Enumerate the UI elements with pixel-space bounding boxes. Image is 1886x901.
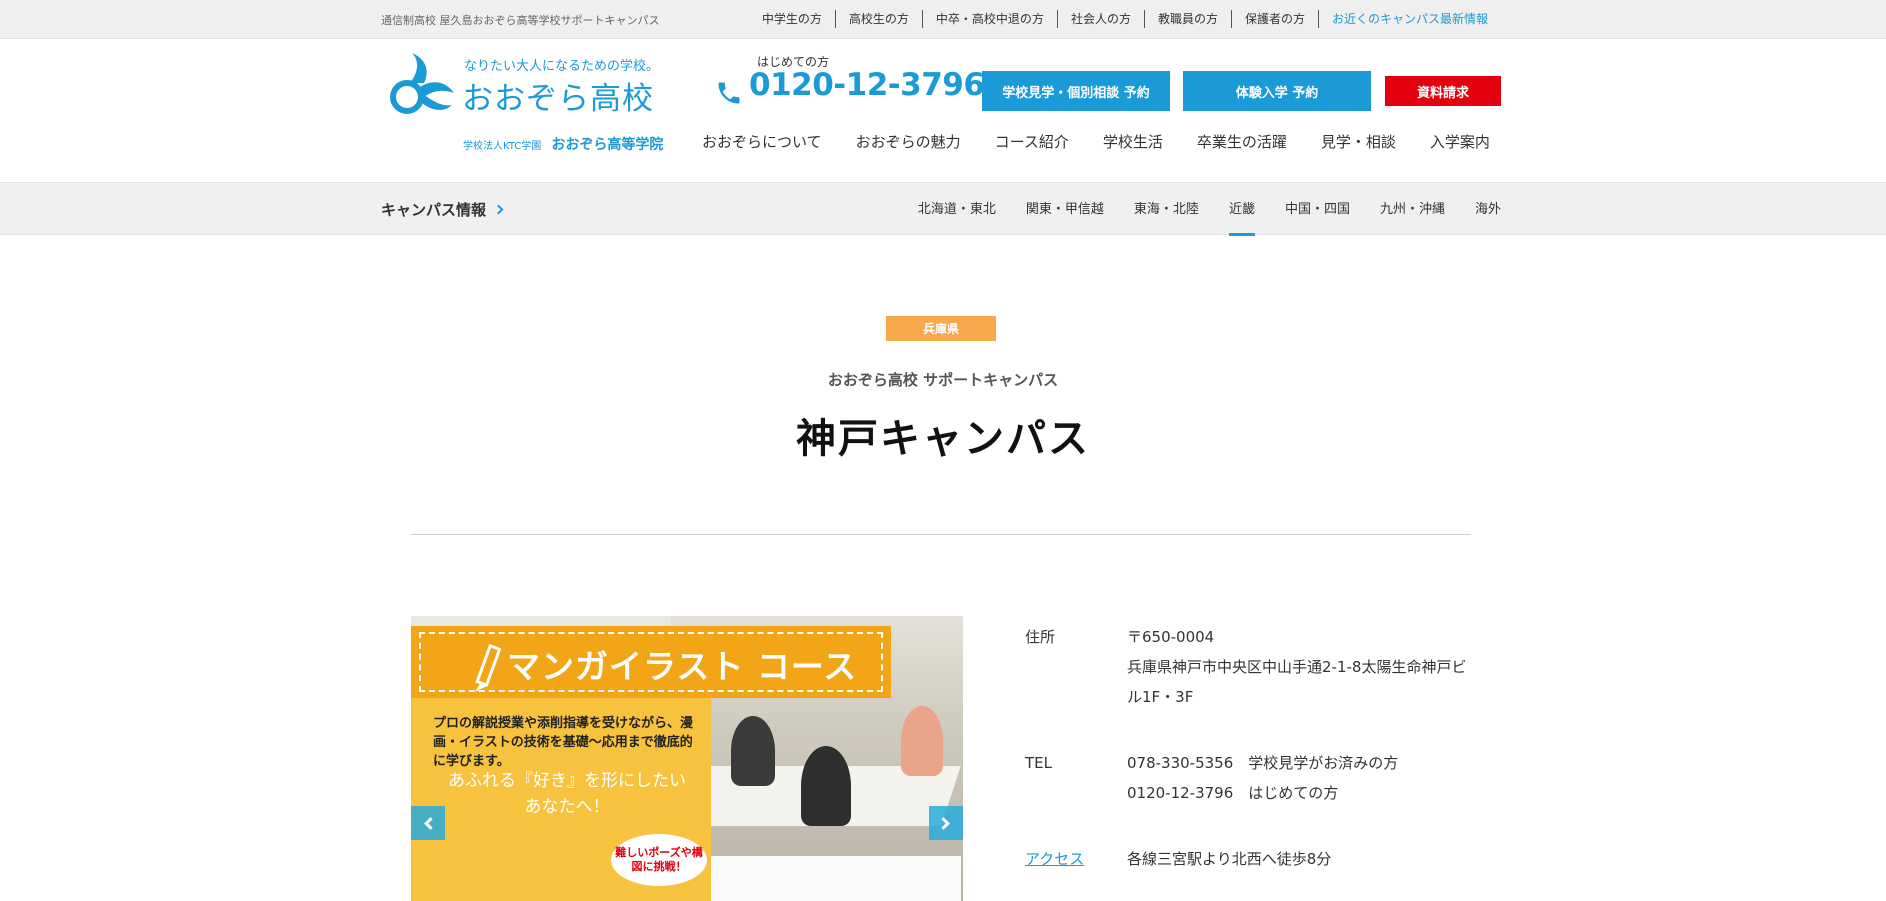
slide-speech-bubble: 難しいポーズや構図に挑戦！ bbox=[611, 834, 707, 886]
section-divider bbox=[411, 534, 1471, 535]
region-tab-kyushu[interactable]: 九州・沖縄 bbox=[1350, 183, 1445, 236]
main-nav-appeal[interactable]: おおぞらの魅力 bbox=[839, 131, 978, 152]
slider-next-button[interactable] bbox=[929, 806, 963, 840]
logo-tagline: なりたい大人になるための学校。 bbox=[464, 59, 660, 74]
audience-nav-teacher[interactable]: 教職員の方 bbox=[1143, 10, 1231, 28]
main-nav: おおぞらについて おおぞらの魅力 コース紹介 学校生活 卒業生の活躍 見学・相談… bbox=[685, 131, 1507, 152]
access-value: 各線三宮駅より北西へ徒歩8分 bbox=[1127, 850, 1332, 868]
top-utility-bar: 通信制高校 屋久島おおぞら高等学校サポートキャンパス 中学生の方 高校生の方 中… bbox=[0, 0, 1886, 39]
chevron-left-icon bbox=[424, 816, 437, 830]
slider-prev-button[interactable] bbox=[411, 806, 445, 840]
trial-enrollment-reserve-button[interactable]: 体験入学 予約 bbox=[1183, 71, 1371, 111]
nearby-campus-news-link[interactable]: お近くのキャンパス最新情報 bbox=[1317, 10, 1501, 28]
audience-nav-adult[interactable]: 社会人の方 bbox=[1056, 10, 1144, 28]
campus-image-slider[interactable]: マンガイラスト コース プロの解説授業や添削指導を受けながら、漫画・イラストの技… bbox=[411, 616, 963, 901]
campus-region-bar: キャンパス情報 北海道・東北 関東・甲信越 東海・北陸 近畿 中国・四国 九州・… bbox=[0, 182, 1886, 236]
campus-info-label: キャンパス情報 bbox=[381, 201, 487, 219]
visit-consult-reserve-button[interactable]: 学校見学・個別相談 予約 bbox=[982, 71, 1170, 111]
student-figure bbox=[731, 716, 775, 786]
campus-info-link[interactable]: キャンパス情報 bbox=[381, 199, 504, 220]
ozora-bird-logo-icon bbox=[390, 53, 454, 114]
student-figure bbox=[901, 706, 943, 776]
address-value: 兵庫県神戸市中央区中山手通2-1-8太陽生命神戸ビル1F・3F bbox=[1127, 658, 1467, 706]
tel-number[interactable]: 0120-12-3796 bbox=[749, 67, 985, 103]
slide-course-title: マンガイラスト コース bbox=[507, 647, 858, 686]
student-figure bbox=[801, 746, 851, 826]
pen-icon bbox=[475, 643, 501, 692]
main-nav-school-life[interactable]: 学校生活 bbox=[1086, 131, 1180, 152]
audience-nav-dropout[interactable]: 中卒・高校中退の方 bbox=[921, 10, 1057, 28]
site-logo[interactable]: なりたい大人になるための学校。 おおぞら高校 bbox=[390, 53, 680, 123]
slide-description: プロの解説授業や添削指導を受けながら、漫画・イラストの技術を基礎〜応用まで徹底的… bbox=[433, 716, 694, 769]
main-nav-admission[interactable]: 入学案内 bbox=[1413, 131, 1507, 152]
tel-value-first-time[interactable]: 0120-12-3796 はじめての方 bbox=[1127, 778, 1472, 808]
logo-name: おおぞら高校 bbox=[462, 81, 654, 117]
audience-nav-high-school[interactable]: 高校生の方 bbox=[834, 10, 922, 28]
chevron-right-icon bbox=[493, 204, 504, 215]
region-tab-kanto[interactable]: 関東・甲信越 bbox=[996, 183, 1104, 236]
prefecture-badge: 兵庫県 bbox=[886, 316, 996, 341]
region-tabs: 北海道・東北 関東・甲信越 東海・北陸 近畿 中国・四国 九州・沖縄 海外 bbox=[918, 183, 1501, 236]
region-tab-hokkaido-tohoku[interactable]: 北海道・東北 bbox=[918, 183, 996, 236]
region-tab-chugoku[interactable]: 中国・四国 bbox=[1255, 183, 1350, 236]
page-title: 神戸キャンパス bbox=[796, 416, 1090, 462]
desk-shape bbox=[681, 856, 961, 901]
site-description: 通信制高校 屋久島おおぞら高等学校サポートキャンパス bbox=[381, 14, 660, 27]
main-nav-graduates[interactable]: 卒業生の活躍 bbox=[1180, 131, 1304, 152]
audience-nav-junior-high[interactable]: 中学生の方 bbox=[749, 10, 835, 28]
audience-nav: 中学生の方 高校生の方 中卒・高校中退の方 社会人の方 教職員の方 保護者の方 … bbox=[749, 10, 1501, 28]
main-nav-courses[interactable]: コース紹介 bbox=[978, 131, 1086, 152]
region-tab-tokai[interactable]: 東海・北陸 bbox=[1104, 183, 1199, 236]
access-link[interactable]: アクセス bbox=[1025, 844, 1084, 874]
audience-nav-parent[interactable]: 保護者の方 bbox=[1230, 10, 1318, 28]
tel-value-visited[interactable]: 078-330-5356 学校見学がお済みの方 bbox=[1127, 748, 1472, 778]
logo-subtitle[interactable]: 学校法人KTC学園 おおぞら高等学院 bbox=[463, 134, 663, 154]
chevron-right-icon bbox=[937, 816, 950, 830]
region-tab-overseas[interactable]: 海外 bbox=[1445, 183, 1501, 236]
main-nav-visit[interactable]: 見学・相談 bbox=[1304, 131, 1413, 152]
logo-sub-corporation: 学校法人KTC学園 bbox=[463, 141, 542, 152]
slide-catchphrase: あふれる『好き』を形にしたいあなたへ！ bbox=[448, 771, 686, 817]
logo-sub-academy: おおぞら高等学院 bbox=[551, 137, 664, 153]
site-header: なりたい大人になるための学校。 おおぞら高校 学校法人KTC学園 おおぞら高等学… bbox=[0, 39, 1886, 182]
campus-subtitle: おおぞら高校 サポートキャンパス bbox=[827, 371, 1059, 389]
tel-row-label: TEL bbox=[1025, 754, 1052, 772]
phone-icon bbox=[718, 82, 740, 104]
request-brochure-button[interactable]: 資料請求 bbox=[1385, 76, 1501, 106]
region-tab-kinki[interactable]: 近畿 bbox=[1199, 183, 1255, 236]
postal-code: 〒650-0004 bbox=[1127, 628, 1215, 646]
address-label: 住所 bbox=[1025, 628, 1056, 646]
main-nav-about[interactable]: おおぞらについて bbox=[685, 131, 839, 152]
